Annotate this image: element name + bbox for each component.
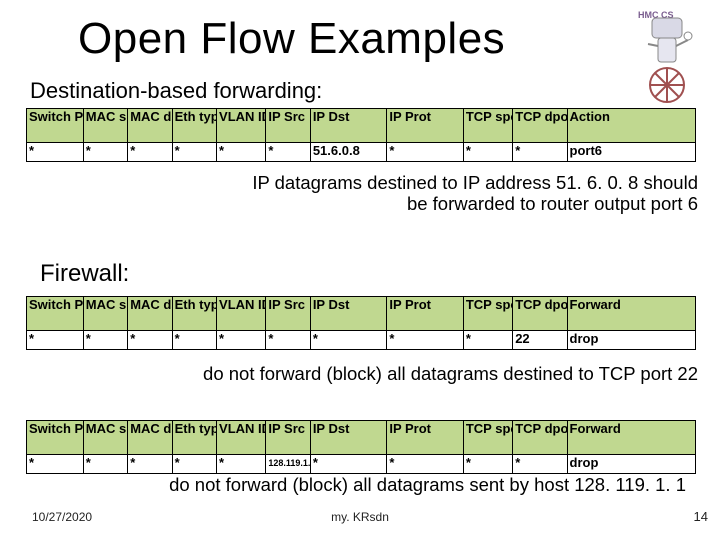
col-action: Action — [567, 109, 696, 143]
table-header-row: Switch Port MAC src MAC dst Eth type VLA… — [27, 109, 696, 143]
slide-date: 10/27/2020 — [32, 510, 92, 524]
caption-firewall-1: do not forward (block) all datagrams des… — [58, 363, 698, 384]
slide-footer: my. KRsdn — [331, 510, 389, 524]
table-header-row: Switch PortMAC srcMAC dst Eth typeVLAN I… — [27, 297, 696, 331]
table-row: *** **128.119.1.1 *** *drop — [27, 455, 696, 474]
col-forward: Forward — [567, 297, 696, 331]
table-row: *** *** 51.6.0.8** *port6 — [27, 143, 696, 162]
col-ip-src: IP Src — [266, 109, 310, 143]
firewall-table-1: Switch PortMAC srcMAC dst Eth typeVLAN I… — [26, 296, 696, 350]
forwarding-table: Switch Port MAC src MAC dst Eth type VLA… — [26, 108, 696, 162]
col-eth-type: Eth type — [172, 109, 216, 143]
table-row: *** *** *** 22drop — [27, 331, 696, 350]
robot-mascot-icon: HMC CS — [632, 6, 702, 106]
col-mac-src: MAC src — [83, 109, 127, 143]
slide-page-number: 14 — [694, 509, 708, 524]
firewall-table-2: Switch PortMAC srcMAC dst Eth typeVLAN I… — [26, 420, 696, 474]
col-mac-dst: MAC dst — [128, 109, 172, 143]
col-vlan-id: VLAN ID — [217, 109, 266, 143]
col-switch-port: Switch Port — [27, 109, 84, 143]
slide-title: Open Flow Examples — [78, 14, 505, 64]
caption-forwarding: IP datagrams destined to IP address 51. … — [228, 172, 698, 215]
col-ip-prot: IP Prot — [387, 109, 464, 143]
col-ip-dst: IP Dst — [310, 109, 387, 143]
table-header-row: Switch PortMAC srcMAC dst Eth typeVLAN I… — [27, 421, 696, 455]
col-tcp-sport: TCP sport — [463, 109, 512, 143]
col-tcp-dport: TCP dport — [513, 109, 567, 143]
caption-firewall-2: do not forward (block) all datagrams sen… — [116, 474, 686, 495]
section-firewall-label: Firewall: — [40, 260, 129, 288]
section-forwarding-label: Destination-based forwarding: — [30, 78, 322, 104]
